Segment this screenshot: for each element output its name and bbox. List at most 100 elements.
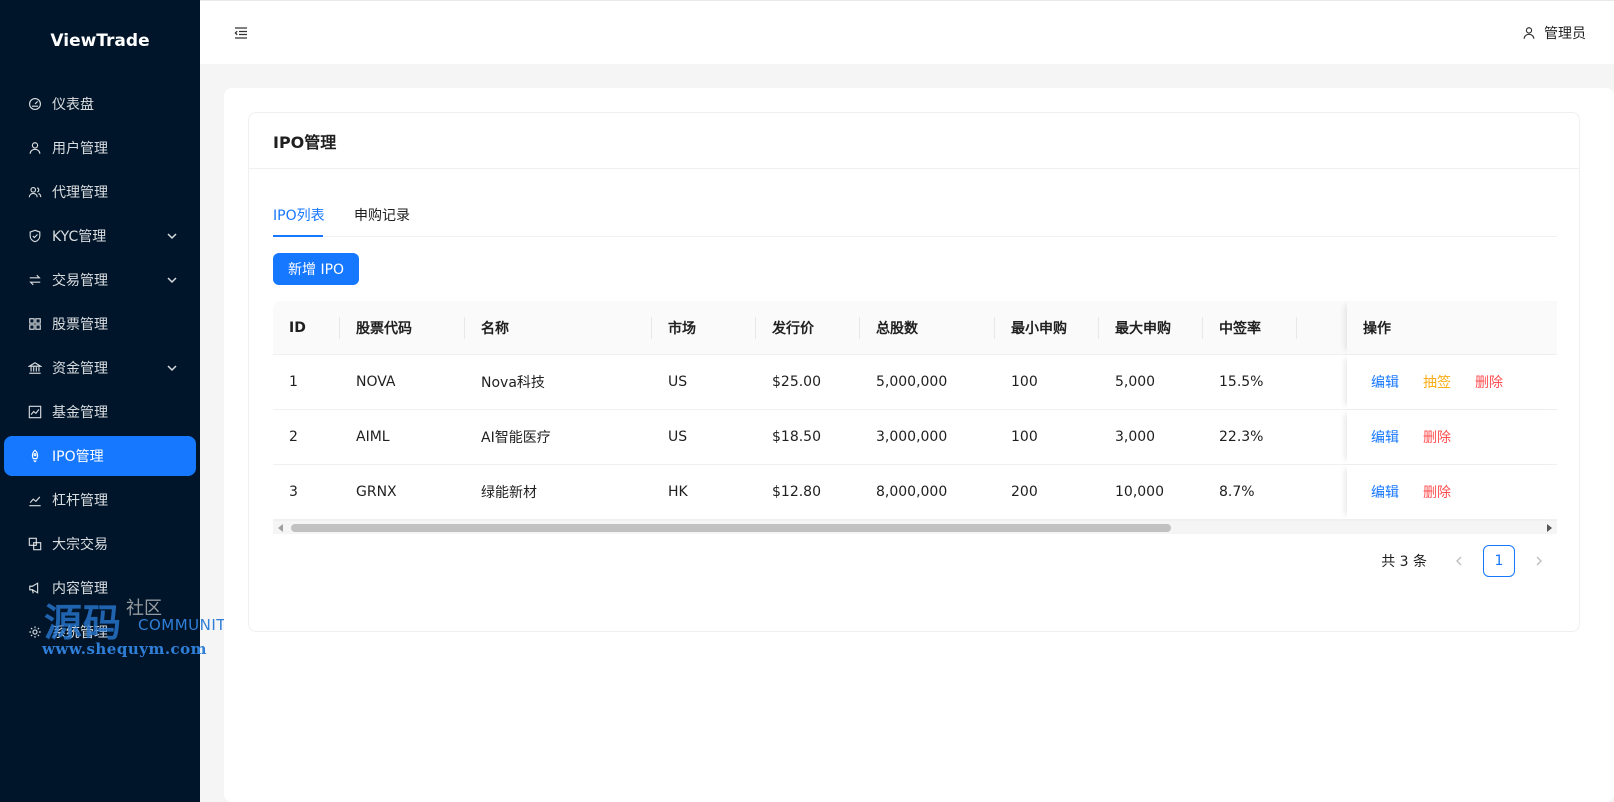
sidebar-item-users[interactable]: 用户管理 <box>4 128 196 168</box>
sidebar-item-label: 用户管理 <box>52 141 108 157</box>
bank-icon <box>28 361 42 375</box>
sidebar-item-label: 交易管理 <box>52 273 108 289</box>
user-menu[interactable]: 管理员 <box>1522 23 1586 43</box>
edit-link[interactable]: 编辑 <box>1371 427 1399 447</box>
sidebar-item-label: 股票管理 <box>52 317 108 333</box>
sidebar-item-label: 基金管理 <box>52 405 108 421</box>
cell-id: 2 <box>289 429 298 445</box>
row-actions: 编辑 删除 <box>1347 410 1467 464</box>
setting-icon <box>28 625 42 639</box>
col-price: 发行价 <box>756 301 860 354</box>
sidebar-item-dashboard[interactable]: 仪表盘 <box>4 84 196 124</box>
col-max: 最大申购 <box>1099 301 1203 354</box>
sidebar-item-leverage[interactable]: 杠杆管理 <box>4 480 196 520</box>
sidebar-item-label: IPO管理 <box>52 449 104 465</box>
cell-name: 绿能新材 <box>481 485 537 501</box>
sidebar-item-funds-money[interactable]: 资金管理 <box>4 348 196 388</box>
cell-market: HK <box>668 484 688 500</box>
cell-market: US <box>668 374 688 390</box>
horizontal-scrollbar[interactable] <box>273 520 1557 534</box>
ipo-card: IPO管理 IPO列表 申购记录 新增 IPO ID 股票代码 名称 市场 发行… <box>248 112 1580 632</box>
sidebar-item-ipo[interactable]: IPO管理 <box>4 436 196 476</box>
tab-ipo-list[interactable]: IPO列表 <box>273 205 325 225</box>
col-market: 市场 <box>652 301 756 354</box>
notification-icon <box>28 581 42 595</box>
swap-icon <box>28 273 42 287</box>
cell-code: GRNX <box>356 484 397 500</box>
delete-link[interactable]: 删除 <box>1423 427 1451 447</box>
chevron-left-icon <box>1456 556 1462 566</box>
tab-subscription-records[interactable]: 申购记录 <box>354 205 410 225</box>
col-ops: 操作 <box>1363 320 1391 337</box>
sidebar-item-label: 仪表盘 <box>52 97 94 113</box>
sidebar-item-fund[interactable]: 基金管理 <box>4 392 196 432</box>
tabs: IPO列表 申购记录 <box>273 193 1557 237</box>
add-ipo-button[interactable]: 新增 IPO <box>273 253 360 285</box>
sidebar-item-block-trade[interactable]: 大宗交易 <box>4 524 196 564</box>
shield-icon <box>28 229 42 243</box>
row-actions: 编辑 抽签 删除 <box>1347 355 1519 409</box>
page-number-1[interactable]: 1 <box>1483 545 1515 577</box>
scroll-left-icon[interactable] <box>277 524 285 532</box>
col-min: 最小申购 <box>995 301 1099 354</box>
cell-rate: 8.7% <box>1219 484 1255 500</box>
cell-shares: 5,000,000 <box>876 374 948 390</box>
sidebar-item-trading[interactable]: 交易管理 <box>4 260 196 300</box>
sidebar-item-agents[interactable]: 代理管理 <box>4 172 196 212</box>
sidebar-item-label: 代理管理 <box>52 185 108 201</box>
menu-fold-icon[interactable] <box>233 25 249 41</box>
rocket-icon <box>28 449 42 463</box>
cell-min: 100 <box>1011 374 1038 390</box>
sidebar-item-content[interactable]: 内容管理 <box>4 568 196 608</box>
cell-market: US <box>668 429 688 445</box>
sidebar-item-label: KYC管理 <box>52 229 107 245</box>
pagination: 共 3 条 1 <box>1381 545 1555 577</box>
ops-cell: 编辑 抽签 删除 <box>1347 355 1557 409</box>
cell-name: Nova科技 <box>481 375 545 391</box>
cell-price: $25.00 <box>772 374 821 390</box>
user-icon <box>28 141 42 155</box>
sidebar-item-system[interactable]: 系统管理 <box>4 612 196 652</box>
app-logo: ViewTrade <box>50 31 150 51</box>
cell-price: $18.50 <box>772 429 821 445</box>
next-page-button[interactable] <box>1523 545 1555 577</box>
ops-cell: 编辑 删除 <box>1347 465 1557 519</box>
sidebar-item-stocks[interactable]: 股票管理 <box>4 304 196 344</box>
delete-link[interactable]: 删除 <box>1423 482 1451 502</box>
sidebar-item-kyc[interactable]: KYC管理 <box>4 216 196 256</box>
cell-rate: 15.5% <box>1219 374 1264 390</box>
cell-code: NOVA <box>356 374 396 390</box>
cell-shares: 8,000,000 <box>876 484 948 500</box>
main-content: IPO管理 IPO列表 申购记录 新增 IPO ID 股票代码 名称 市场 发行… <box>224 88 1614 802</box>
grid-icon <box>28 317 42 331</box>
cell-max: 10,000 <box>1115 484 1164 500</box>
cell-max: 5,000 <box>1115 374 1156 390</box>
cell-id: 1 <box>289 374 298 390</box>
edit-link[interactable]: 编辑 <box>1371 482 1399 502</box>
cell-min: 200 <box>1011 484 1038 500</box>
scroll-right-icon[interactable] <box>1545 524 1553 532</box>
col-rate: 中签率 <box>1203 301 1297 354</box>
ops-column-header: 操作 <box>1347 301 1557 354</box>
cell-min: 100 <box>1011 429 1038 445</box>
scrollbar-thumb[interactable] <box>291 524 1171 532</box>
table-row: 3 GRNX 绿能新材 HK $12.80 8,000,000 200 10,0… <box>273 465 1557 520</box>
table-row: 1 NOVA Nova科技 US $25.00 5,000,000 100 5,… <box>273 355 1557 410</box>
prev-page-button[interactable] <box>1443 545 1475 577</box>
cell-price: $12.80 <box>772 484 821 500</box>
cell-max: 3,000 <box>1115 429 1156 445</box>
cell-name: AI智能医疗 <box>481 430 551 446</box>
cell-id: 3 <box>289 484 298 500</box>
sidebar-item-label: 系统管理 <box>52 625 108 641</box>
cell-shares: 3,000,000 <box>876 429 948 445</box>
col-shares: 总股数 <box>860 301 995 354</box>
user-name: 管理员 <box>1544 26 1586 42</box>
line-chart-icon <box>28 405 42 419</box>
draw-lottery-link[interactable]: 抽签 <box>1423 372 1451 392</box>
edit-link[interactable]: 编辑 <box>1371 372 1399 392</box>
chevron-down-icon <box>167 277 177 284</box>
team-icon <box>28 185 42 199</box>
table-header: ID 股票代码 名称 市场 发行价 总股数 最小申购 最大申购 中签率 操作 <box>273 301 1557 355</box>
cell-code: AIML <box>356 429 390 445</box>
delete-link[interactable]: 删除 <box>1475 372 1503 392</box>
